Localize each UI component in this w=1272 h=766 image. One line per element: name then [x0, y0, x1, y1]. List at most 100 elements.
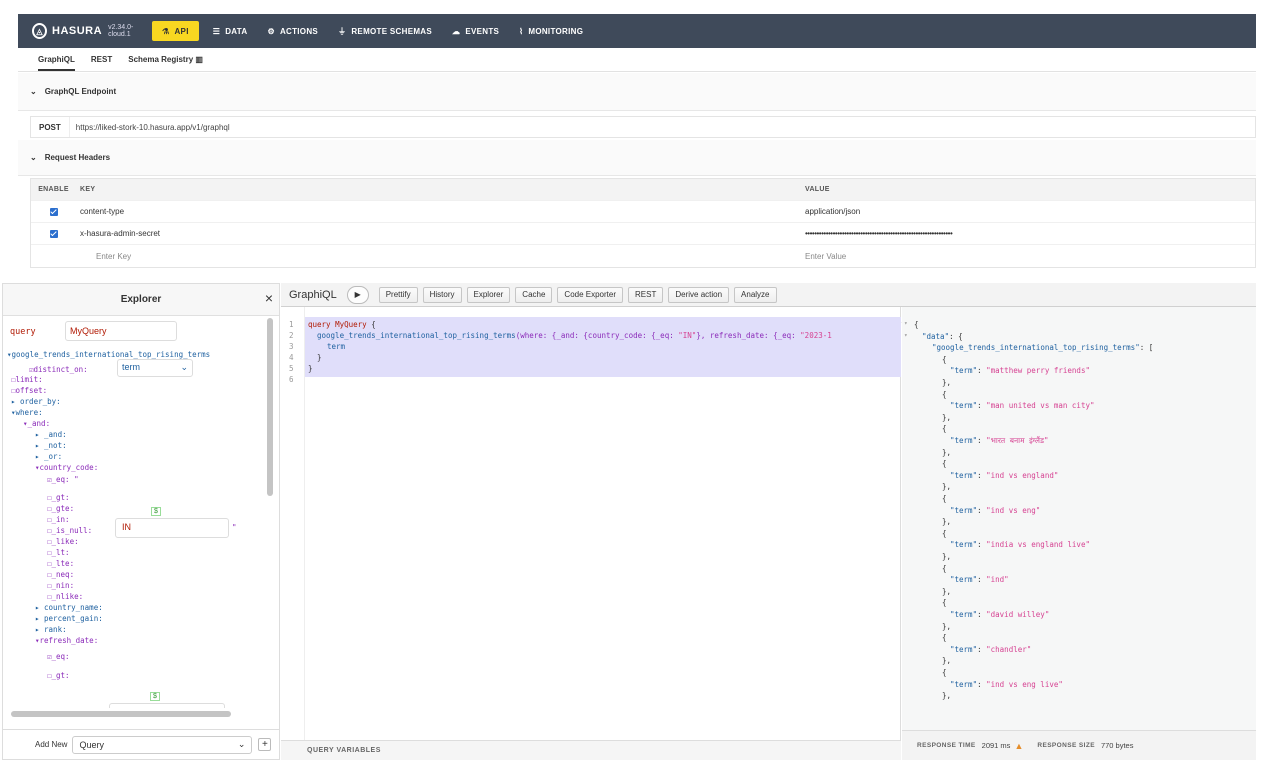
endpoint-url[interactable]: https://liked-stork-10.hasura.app/v1/gra…: [70, 123, 230, 132]
line-number: 2: [289, 331, 294, 340]
code-exporter-button[interactable]: Code Exporter: [557, 286, 624, 303]
history-button[interactable]: History: [422, 286, 462, 303]
derive-action-button[interactable]: Derive action: [668, 286, 730, 303]
code-line: }: [317, 353, 322, 362]
code-keyword: query: [308, 320, 331, 329]
fold-icon[interactable]: ▾: [904, 332, 908, 339]
tab-schema-registry[interactable]: Schema Registry ▥: [128, 55, 203, 64]
json-punct: :: [977, 366, 987, 376]
prettify-button[interactable]: Prettify: [378, 286, 418, 303]
code-brace: {: [371, 320, 376, 329]
explorer-tree-item[interactable]: ▾refresh_date:: [35, 636, 98, 645]
gears-icon: ⚙: [267, 26, 275, 36]
request-headers-toggle[interactable]: ⌄ Request Headers: [18, 140, 1256, 175]
nav-monitoring[interactable]: ⌇ MONITORING: [509, 14, 593, 48]
explorer-tree-item[interactable]: ▸ _and:: [35, 430, 67, 439]
endpoint-section-toggle[interactable]: ⌄ GraphQL Endpoint: [18, 73, 1256, 110]
header-key[interactable]: content-type: [76, 207, 800, 216]
request-headers-section: ⌄ Request Headers: [18, 140, 1256, 176]
explorer-vertical-scrollbar[interactable]: [267, 318, 273, 496]
distinct-on-select[interactable]: term ⌄: [117, 359, 193, 377]
json-key: "term": [950, 401, 978, 411]
col-enable: ENABLE: [38, 186, 69, 193]
explorer-tree-item[interactable]: ☐_neq:: [47, 570, 74, 579]
result-line: },: [942, 552, 951, 561]
new-value-input[interactable]: Enter Value: [800, 252, 1255, 261]
header-key[interactable]: x-hasura-admin-secret: [76, 229, 800, 238]
explorer-tree-item[interactable]: ▾where:: [11, 408, 43, 417]
add-operation-button[interactable]: +: [258, 738, 272, 751]
tab-graphiql[interactable]: GraphiQL: [38, 55, 75, 71]
query-variables-bar[interactable]: QUERY VARIABLES: [281, 740, 901, 760]
nav-data[interactable]: ☰ DATA: [203, 14, 258, 48]
json-key: "term": [950, 366, 978, 376]
root-field[interactable]: ▾google_trends_international_top_rising_…: [7, 350, 210, 359]
explorer-tree-item[interactable]: ▸ percent_gain:: [35, 614, 103, 623]
explorer-tree-item[interactable]: ☐_gte:: [47, 504, 74, 513]
explorer-tree-item[interactable]: ☐_like:: [47, 537, 79, 546]
new-key-input[interactable]: Enter Key: [76, 252, 800, 261]
country-code-eq-input[interactable]: IN: [115, 518, 229, 538]
json-key: "data": [922, 331, 950, 341]
enable-checkbox[interactable]: [49, 207, 58, 216]
explorer-tree-item[interactable]: ☐_nlike:: [47, 592, 83, 601]
nav-actions[interactable]: ⚙ ACTIONS: [257, 14, 328, 48]
tab-rest[interactable]: REST: [91, 55, 112, 64]
query-editor[interactable]: 1 2 3 4 5 6 query MyQuery { google_trend…: [281, 307, 905, 740]
warning-icon[interactable]: ▲: [1014, 741, 1023, 751]
endpoint-section-title: GraphQL Endpoint: [44, 87, 117, 96]
enable-checkbox[interactable]: [49, 229, 58, 238]
hasura-logo[interactable]: ◬ HASURA v2.34.0-cloud.1: [32, 23, 152, 39]
query-name-input[interactable]: MyQuery: [65, 321, 177, 341]
variable-badge[interactable]: $: [150, 692, 160, 701]
line-number: 6: [289, 375, 294, 384]
explorer-tree-item[interactable]: ☐_nin:: [47, 581, 74, 590]
explorer-tree-item[interactable]: ☐_in:: [47, 515, 70, 524]
explorer-horizontal-scrollbar[interactable]: [11, 711, 231, 717]
explorer-tree-item[interactable]: ☐_gt:: [47, 671, 70, 680]
nav-api[interactable]: ⚗ API: [152, 21, 199, 41]
explorer-tree-item[interactable]: ▾country_code:: [35, 463, 98, 472]
explorer-tree-item[interactable]: ▸ country_name:: [35, 603, 103, 612]
json-punct: {: [942, 494, 947, 503]
nav-events[interactable]: ☁ EVENTS: [442, 14, 509, 48]
refresh-date-eq-input[interactable]: 2023-10-31: [109, 703, 225, 708]
explorer-button[interactable]: Explorer: [466, 286, 511, 303]
explorer-tree-item[interactable]: ☐_lt:: [47, 548, 70, 557]
book-icon: ▥: [195, 55, 203, 64]
fold-icon[interactable]: ▾: [904, 320, 908, 327]
explorer-tree-item[interactable]: ☑_eq: ": [47, 475, 79, 484]
close-icon[interactable]: ×: [265, 290, 273, 306]
explorer-tree-item[interactable]: ☐_is_null:: [47, 526, 92, 535]
explorer-tree-item[interactable]: ▸ rank:: [35, 625, 67, 634]
operation-type-select[interactable]: Query ⌄: [72, 735, 253, 754]
header-value[interactable]: ••••••••••••••••••••••••••••••••••••••••…: [800, 229, 1255, 238]
distinct-on-arg[interactable]: ☑distinct_on:: [29, 365, 88, 374]
explorer-tree-item[interactable]: ▾_and:: [23, 419, 50, 428]
nav-remote-schemas[interactable]: ⏚ REMOTE SCHEMAS: [328, 14, 442, 48]
explorer-tree-item[interactable]: ☐offset:: [11, 386, 47, 395]
json-punct: :: [977, 540, 987, 550]
execute-query-button[interactable]: ▶: [346, 285, 369, 304]
explorer-tree-item[interactable]: ☑_eq:: [47, 652, 70, 661]
explorer-tree-item[interactable]: ▸ order_by:: [11, 397, 61, 406]
header-row: content-type application/json: [31, 201, 1255, 223]
json-key: "term": [950, 575, 978, 585]
explorer-tree-item[interactable]: ☐_lte:: [47, 559, 74, 568]
result-line: {: [942, 494, 947, 503]
chart-icon: ⌇: [519, 26, 524, 36]
explorer-tree-item[interactable]: ☐limit:: [11, 375, 43, 384]
header-value[interactable]: application/json: [800, 207, 1255, 216]
play-icon: ▶: [354, 290, 361, 299]
rest-button[interactable]: REST: [628, 286, 664, 303]
result-line: {: [942, 668, 947, 677]
cache-button[interactable]: Cache: [515, 286, 553, 303]
explorer-tree-item[interactable]: ▸ _not:: [35, 441, 67, 450]
analyze-button[interactable]: Analyze: [734, 286, 777, 303]
explorer-tree-item[interactable]: ☐_gt:: [47, 493, 70, 502]
explorer-tree-item[interactable]: ▸ _or:: [35, 452, 62, 461]
json-punct: {: [942, 668, 947, 677]
response-size-label: RESPONSE SIZE: [1037, 742, 1095, 749]
variable-badge[interactable]: $: [151, 507, 161, 516]
http-method: POST: [31, 117, 70, 137]
